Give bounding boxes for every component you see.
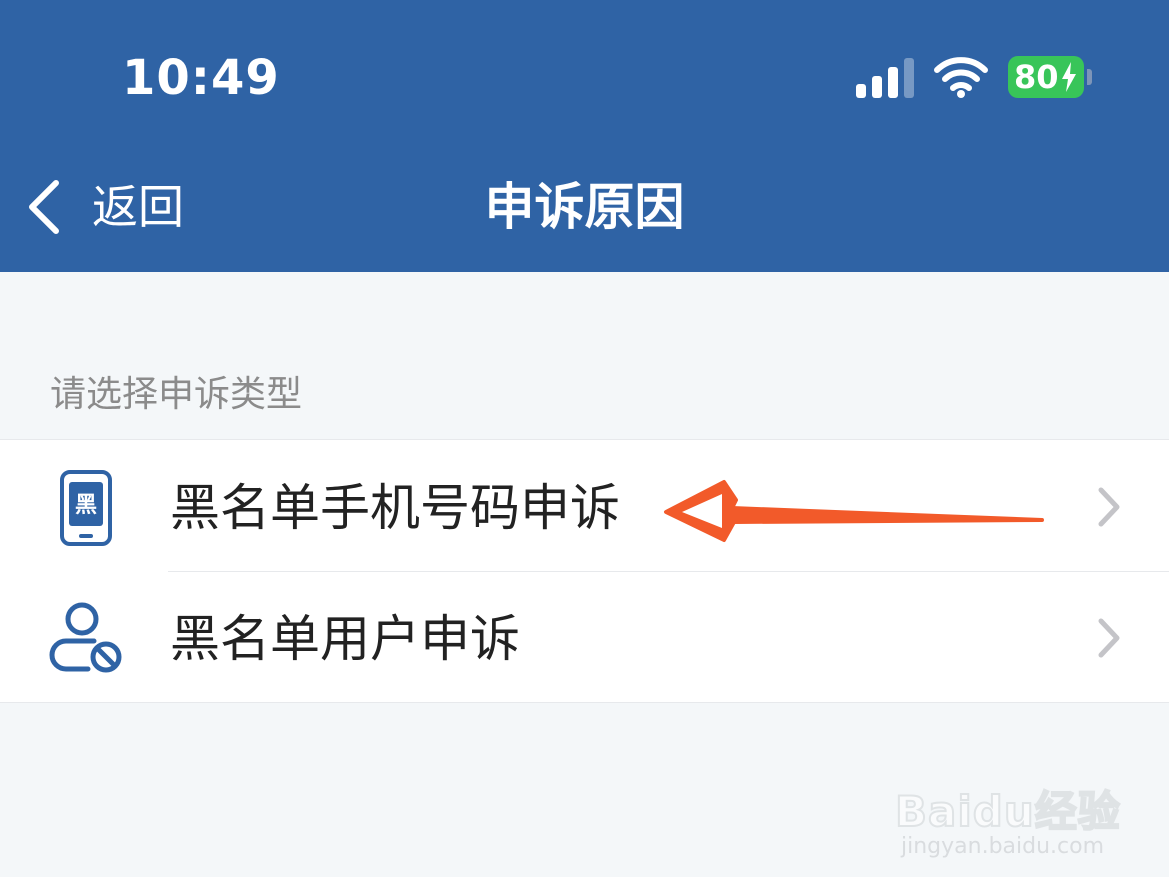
item-label: 黑名单手机号码申诉: [170, 479, 620, 537]
blacklist-phone-icon: 黑: [60, 470, 112, 546]
chevron-right-icon: [1098, 618, 1120, 658]
wifi-icon: [934, 57, 988, 98]
section-label: 请选择申诉类型: [50, 374, 303, 415]
baidu-watermark: Baidu经验 jingyan.baidu.com: [894, 750, 1125, 860]
svg-text:黑: 黑: [75, 493, 97, 518]
cellular-signal-icon: [856, 58, 914, 98]
battery-indicator: 80: [1008, 56, 1092, 98]
item-label: 黑名单用户申诉: [170, 610, 520, 668]
charging-bolt-icon: [1062, 62, 1076, 92]
blocked-user-icon: [49, 602, 122, 673]
watermark-url: jingyan.baidu.com: [901, 834, 1105, 859]
app-screen: 10:49 80 返回 申诉原因 请选择申诉类型 黑 黑名单手机号码申诉 黑名单…: [0, 0, 1169, 877]
list-item-blacklist-user[interactable]: 黑名单用户申诉: [0, 571, 1169, 702]
annotation-arrow: [664, 480, 1044, 542]
status-time: 10:49: [122, 50, 280, 106]
battery-cap: [1087, 69, 1092, 85]
page-title: 申诉原因: [484, 178, 685, 236]
watermark-brand: Baidu经验: [894, 786, 1121, 837]
chevron-right-icon: [1098, 487, 1120, 527]
header-bar: 10:49 80 返回 申诉原因: [0, 0, 1169, 272]
